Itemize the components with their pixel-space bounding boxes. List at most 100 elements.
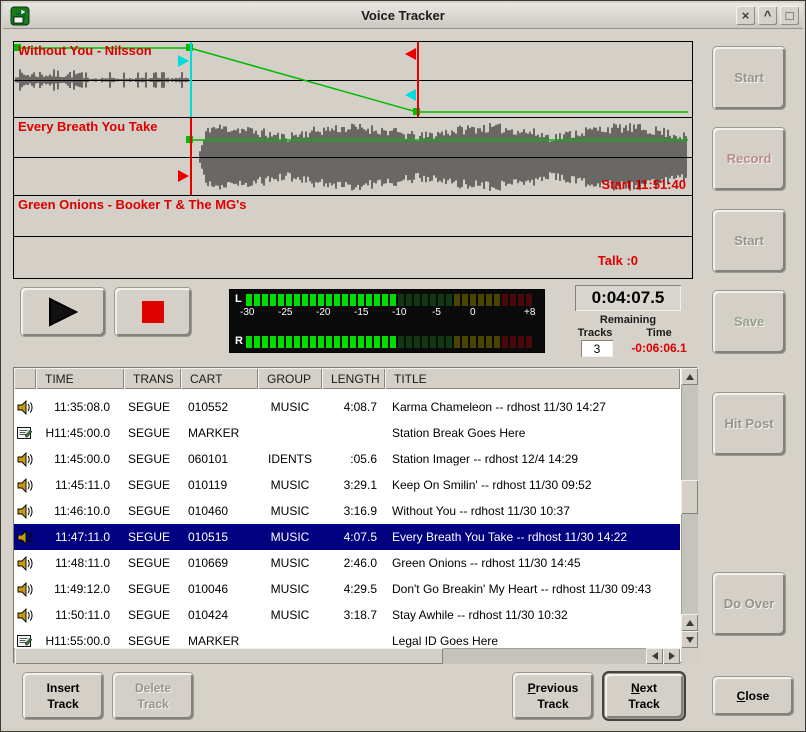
header-length[interactable]: LENGTH bbox=[322, 368, 385, 389]
meter-segment bbox=[486, 336, 492, 348]
meter-segment bbox=[430, 294, 436, 306]
log-row[interactable]: H11:45:00.0SEGUEMARKERStation Break Goes… bbox=[14, 420, 680, 446]
vertical-scrollbar[interactable] bbox=[681, 368, 698, 648]
start-1-button[interactable]: Start bbox=[713, 47, 785, 109]
log-row[interactable]: 11:49:12.0SEGUE010046MUSIC4:29.5Don't Go… bbox=[14, 576, 680, 602]
meter-segment bbox=[382, 294, 388, 306]
scroll-down-button[interactable] bbox=[681, 631, 698, 648]
track-panel-2[interactable]: Every Breath You Take Start 11:51:40 bbox=[14, 118, 692, 196]
scroll-up-button[interactable] bbox=[681, 368, 698, 385]
next-track-button[interactable]: Next Track bbox=[605, 674, 683, 718]
log-header: TIME TRANS CART GROUP LENGTH TITLE bbox=[14, 368, 680, 389]
meter-segment bbox=[326, 294, 332, 306]
horizontal-scroll-thumb[interactable] bbox=[15, 648, 443, 664]
log-row[interactable]: 11:46:10.0SEGUE010460MUSIC3:16.9Without … bbox=[14, 498, 680, 524]
log-cell-time: 11:49:12.0 bbox=[36, 582, 124, 596]
vertical-scroll-thumb[interactable] bbox=[681, 480, 698, 514]
log-cell-length: 4:07.5 bbox=[322, 530, 385, 544]
speaker-icon bbox=[14, 452, 36, 467]
header-icon-column[interactable] bbox=[14, 368, 36, 389]
meter-scale-label: -25 bbox=[278, 307, 292, 318]
close-button[interactable]: Close bbox=[713, 677, 793, 715]
log-row[interactable]: 11:35:08.0SEGUE010552MUSIC4:08.7Karma Ch… bbox=[14, 394, 680, 420]
log-row[interactable]: H11:55:00.0SEGUEMARKERLegal ID Goes Here bbox=[14, 628, 680, 648]
meter-segment bbox=[254, 294, 260, 306]
scroll-left-button[interactable] bbox=[646, 648, 663, 664]
header-trans[interactable]: TRANS bbox=[124, 368, 181, 389]
meter-row-right: R bbox=[230, 336, 544, 348]
previous-track-button[interactable]: Previous Track bbox=[513, 673, 593, 719]
header-title[interactable]: TITLE bbox=[385, 368, 680, 389]
meter-segment bbox=[478, 336, 484, 348]
meter-segment bbox=[318, 336, 324, 348]
marker-icon bbox=[14, 426, 36, 440]
insert-track-button[interactable]: Insert Track bbox=[23, 673, 103, 719]
log-cell-cart: MARKER bbox=[181, 634, 258, 648]
meter-segment bbox=[502, 336, 508, 348]
scrollbar-corner bbox=[681, 648, 698, 664]
play-button[interactable] bbox=[21, 288, 105, 336]
log-cell-cart: 060101 bbox=[181, 452, 258, 466]
meter-scale-label: -10 bbox=[392, 307, 406, 318]
meter-segment bbox=[334, 294, 340, 306]
meter-segment bbox=[406, 294, 412, 306]
close-icon[interactable]: × bbox=[736, 6, 755, 25]
segue-start-marker[interactable] bbox=[190, 42, 192, 117]
log-cell-length: 2:46.0 bbox=[322, 556, 385, 570]
log-cell-group: MUSIC bbox=[258, 530, 322, 544]
log-body: 11:35:08.0SEGUE010552MUSIC4:08.7Karma Ch… bbox=[14, 389, 680, 648]
start-2-button[interactable]: Start bbox=[713, 210, 785, 272]
log-row[interactable]: 11:45:11.0SEGUE010119MUSIC3:29.1Keep On … bbox=[14, 472, 680, 498]
meter-segment bbox=[302, 336, 308, 348]
delete-track-button[interactable]: Delete Track bbox=[113, 673, 193, 719]
log-cell-title: Green Onions -- rdhost 11/30 14:45 bbox=[385, 556, 680, 570]
log-row[interactable]: 11:47:11.0SEGUE010515MUSIC4:07.5Every Br… bbox=[14, 524, 680, 550]
log-row[interactable]: 11:45:00.0SEGUE060101IDENTS:05.6Station … bbox=[14, 446, 680, 472]
cyan-marker-handle-icon[interactable] bbox=[178, 55, 189, 67]
speaker-icon bbox=[14, 530, 36, 545]
meter-segment bbox=[414, 294, 420, 306]
maximize-icon[interactable]: □ bbox=[780, 6, 799, 25]
meter-segment bbox=[478, 294, 484, 306]
scroll-right-button[interactable] bbox=[663, 648, 680, 664]
stop-button[interactable] bbox=[115, 288, 191, 336]
speaker-icon bbox=[14, 400, 36, 415]
shade-icon[interactable]: ^ bbox=[758, 6, 777, 25]
meter-segment bbox=[310, 336, 316, 348]
horizontal-scrollbar[interactable] bbox=[14, 648, 680, 664]
header-cart[interactable]: CART bbox=[181, 368, 258, 389]
titlebar[interactable]: Voice Tracker × ^ □ bbox=[3, 3, 803, 29]
meter-segment bbox=[398, 336, 404, 348]
red-marker-handle-icon[interactable] bbox=[405, 48, 416, 60]
log-cell-trans: SEGUE bbox=[124, 452, 181, 466]
log-cell-time: 11:45:00.0 bbox=[36, 452, 124, 466]
meter-right-label: R bbox=[235, 335, 243, 347]
red-marker-handle-icon[interactable] bbox=[178, 170, 189, 182]
meter-segment bbox=[406, 336, 412, 348]
app-icon bbox=[10, 6, 30, 26]
log-cell-group: MUSIC bbox=[258, 504, 322, 518]
log-cell-trans: SEGUE bbox=[124, 530, 181, 544]
meter-segment bbox=[286, 336, 292, 348]
log-cell-title: Keep On Smilin' -- rdhost 11/30 09:52 bbox=[385, 478, 680, 492]
header-group[interactable]: GROUP bbox=[258, 368, 322, 389]
meter-segment bbox=[374, 294, 380, 306]
header-time[interactable]: TIME bbox=[36, 368, 124, 389]
log-cell-cart: 010046 bbox=[181, 582, 258, 596]
log-row[interactable]: 11:48:11.0SEGUE010669MUSIC2:46.0Green On… bbox=[14, 550, 680, 576]
segue-end-marker[interactable] bbox=[417, 42, 419, 117]
save-button[interactable]: Save bbox=[713, 291, 785, 353]
log-cell-title: Without You -- rdhost 11/30 10:37 bbox=[385, 504, 680, 518]
track-panel-1[interactable]: Without You - Nilsson bbox=[14, 42, 692, 118]
track-start-marker[interactable] bbox=[190, 118, 192, 195]
scroll-up-button[interactable] bbox=[681, 614, 698, 631]
track-panel-3[interactable]: Green Onions - Booker T & The MG's Talk … bbox=[14, 196, 692, 276]
do-over-button[interactable]: Do Over bbox=[713, 573, 785, 635]
cyan-marker-handle-icon[interactable] bbox=[405, 89, 416, 101]
meter-segment bbox=[422, 294, 428, 306]
log-cell-group: MUSIC bbox=[258, 582, 322, 596]
record-button[interactable]: Record bbox=[713, 128, 785, 190]
log-row[interactable]: 11:50:11.0SEGUE010424MUSIC3:18.7Stay Awh… bbox=[14, 602, 680, 628]
log-cell-time: 11:35:08.0 bbox=[36, 400, 124, 414]
hit-post-button[interactable]: Hit Post bbox=[713, 393, 785, 455]
